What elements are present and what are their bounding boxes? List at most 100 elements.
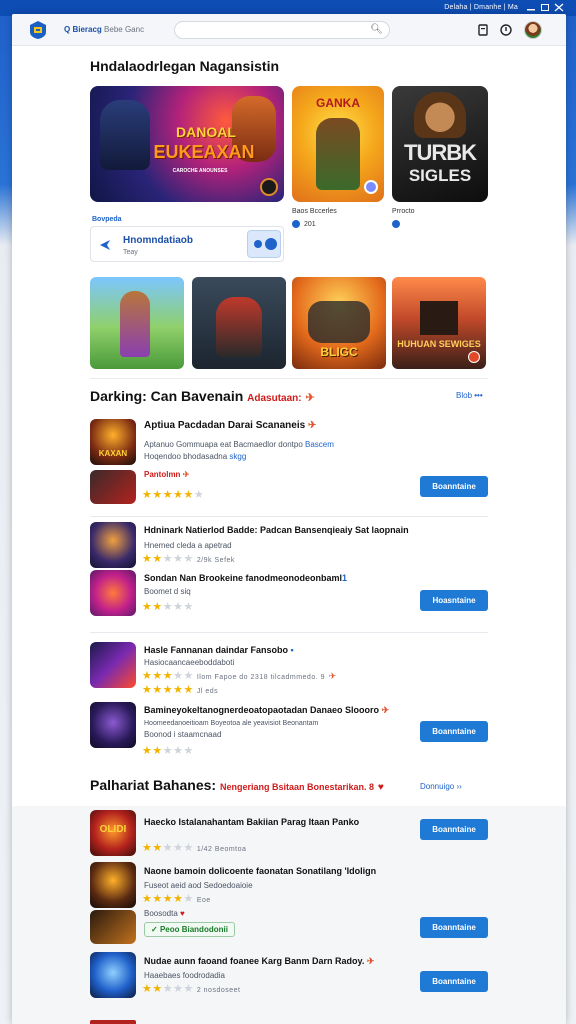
bottom-app3-flame-icon: ✈︎ [366, 956, 375, 966]
section-divider-3 [90, 632, 488, 633]
app3-install-button[interactable]: Boanntaine [420, 721, 488, 742]
app1-subtitle: Pantolmn ✈︎ [144, 470, 189, 479]
bottom-app1-install-button[interactable]: Boanntaine [420, 819, 488, 840]
bottom-app3-sub: Haaebaes foodrodadia [144, 971, 225, 980]
bottom-app1-title[interactable]: Haecko Istalanahantam Bakiian Parag Itaa… [144, 817, 359, 827]
featured-hero-main[interactable]: DANOAL EUKEAXAN CAROCHE ANOUNSES [90, 86, 284, 202]
bottom-app3-icon[interactable] [90, 952, 136, 998]
breadcrumb-main[interactable]: Bieracg [72, 25, 101, 34]
hero-right-caption: Prrocto [392, 208, 415, 215]
hero-mid-title: GANKA [316, 96, 360, 110]
bottom-app2-tag-prefix: Boosodta ♥ [144, 909, 185, 918]
maximize-icon[interactable] [540, 3, 550, 12]
app2-install-button[interactable]: Hoasntaine [420, 590, 488, 611]
app1-title[interactable]: Aptiua Pacdadan Darai Scananeis ✈︎ [144, 420, 316, 431]
hero-right-line1: TURBK [404, 140, 477, 165]
app3-secondary-icon[interactable] [90, 702, 136, 748]
library-icon[interactable] [476, 23, 490, 37]
app3-rating-c: ★★★★★ [142, 745, 194, 757]
hero-badge-icon [260, 178, 278, 196]
app3-sub1: Hasiocaancaeeboddaboti [144, 658, 235, 667]
bottom-app3-title[interactable]: Nudae aunn faoand foanee Karg Banm Darn … [144, 956, 374, 967]
section2-title: Palhariat Bahanes: Nengeriang Bsitaan Bo… [90, 777, 384, 793]
notification-icon[interactable] [499, 23, 513, 37]
app2-title[interactable]: Hdninark Natierlod Badde: Padcan Bansenq… [144, 525, 409, 535]
bottom-app2-tag[interactable]: ✓ Peoo Biandodonii [144, 922, 235, 937]
section2-more-text[interactable]: Donnuigo [420, 782, 454, 791]
bottom-app3-install-button[interactable]: Boanntaine [420, 971, 488, 992]
app3-title[interactable]: Hasle Fannanan daindar Fansobo • [144, 645, 294, 655]
tile-soldiers[interactable]: BLIGC [292, 277, 386, 369]
promo-thumb-dot-icon [254, 240, 262, 248]
section1-more-text[interactable]: Blob [456, 391, 472, 400]
section-divider-1 [90, 378, 488, 379]
bottom-app2-icon[interactable] [90, 862, 136, 908]
app1-title-text[interactable]: Aptiua Pacdadan Darai Scananeis [144, 420, 305, 431]
search-input[interactable]: 🔍︎ [174, 21, 390, 39]
promo-thumb-circle-icon [265, 238, 277, 250]
app1-subtitle-text: Pantolmn [144, 470, 181, 479]
app3-rating-flame-icon: ✈︎ [328, 671, 337, 681]
user-avatar[interactable] [524, 21, 542, 39]
app3-title2-text[interactable]: Bamineyokeltanognerdeoatopaotadan Danaeo… [144, 705, 379, 715]
hero-mid-count-text: 201 [304, 220, 316, 228]
section2-more-chevron-icon[interactable]: ›› [456, 782, 461, 791]
app3-title2[interactable]: Bamineyokeltanognerdeoatopaotadan Danaeo… [144, 705, 389, 716]
hero-title-line2: EUKEAXAN [153, 142, 255, 162]
app1-sub2-text: Hoqendoo bhodasadna [144, 452, 228, 461]
top-bar-status: Delaha | Dmanhe | Ma [444, 4, 518, 11]
app1-icon[interactable]: KAXAN [90, 419, 136, 465]
section2-heart-icon: ♥ [377, 782, 384, 793]
app2-icon[interactable] [90, 522, 136, 568]
tile-soldiers-label: BLIGC [320, 345, 358, 359]
promo-label: Bovpeda [92, 216, 122, 223]
bottom-app2-title[interactable]: Naone bamoin dolicoente faonatan Sonatil… [144, 866, 376, 876]
page-title: Hndalaodrlegan Nagansistin [90, 58, 280, 74]
bottom-app3-title-text[interactable]: Nudae aunn faoand foanee Karg Banm Darn … [144, 956, 364, 966]
app1-install-button[interactable]: Boanntaine [420, 476, 488, 497]
bottom-app2-tag-prefix-text: Boosodta [144, 909, 178, 918]
bottom-app1-rating: ★★★★★ 1/42 Beomtoa [142, 842, 247, 854]
bottom-app3-rating-text: 2 nosdoseet [196, 987, 241, 994]
featured-hero-right[interactable]: TURBK SIGLES [392, 86, 488, 202]
app1-subtitle-flame-icon: ✈︎ [182, 470, 190, 479]
store-logo-icon[interactable] [28, 20, 48, 40]
promo-card[interactable]: Hnomndatiaob Teay [90, 226, 284, 262]
app2-rating-a-text: 2/9k Sefek [196, 557, 235, 564]
app3-icon[interactable] [90, 642, 136, 688]
hero-title-line1: DANOAL [176, 124, 236, 140]
app1-sub2: Hoqendoo bhodasadna skgg [144, 452, 246, 461]
breadcrumb[interactable]: Q Bieracg Bebe Ganc [64, 25, 144, 34]
breadcrumb-sub[interactable]: Bebe Ganc [104, 25, 144, 34]
app1-icon-label: KAXAN [98, 449, 128, 458]
section2-more-link[interactable]: Donnuigo ›› [420, 782, 462, 791]
search-icon[interactable]: 🔍︎ [370, 24, 383, 35]
app2-rating-a: ★★★★★ 2/9k Sefek [142, 553, 235, 565]
bottom-app2-install-button[interactable]: Boanntaine [420, 917, 488, 938]
tile-hero-girl[interactable] [90, 277, 184, 369]
bottom-app2-tag-text[interactable]: Peoo Biandodonii [160, 925, 228, 934]
bottom-app2-heart-icon: ♥ [180, 909, 185, 918]
tile-warriors[interactable] [192, 277, 286, 369]
bottom-app2-secondary-icon[interactable] [90, 910, 136, 944]
bottom-app1-icon[interactable]: OLIDI [90, 810, 136, 856]
more-dots-icon[interactable]: ••• [474, 391, 482, 400]
store-window: Q Bieracg Bebe Ganc 🔍︎ Hndalaodrlegan Na… [12, 14, 566, 1024]
minimize-icon[interactable] [526, 3, 536, 12]
app2-secondary-icon[interactable] [90, 570, 136, 616]
featured-hero-mid[interactable]: GANKA [292, 86, 384, 202]
hero-mid-count-icon [292, 220, 300, 228]
hero-right-dot-icon [392, 220, 400, 228]
tile-soldiers-group [308, 301, 370, 343]
app1-secondary-icon[interactable] [90, 470, 136, 504]
app2-title2[interactable]: Sondan Nan Brookeine fanodmeonodeonbaml1 [144, 573, 347, 583]
close-icon[interactable] [554, 3, 564, 12]
app2-title2-text[interactable]: Sondan Nan Brookeine fanodmeonodeonbaml [144, 573, 342, 583]
tile-castle[interactable]: HUHUAN SEWIGES [392, 277, 486, 369]
app2-sub1: Hnemed cleda a apetrad [144, 541, 232, 550]
tile-girl-character [120, 291, 150, 357]
bottom-app1-icon-label: OLIDI [99, 824, 127, 835]
section1-more-link[interactable]: Blob ••• [456, 391, 483, 400]
tag-check-icon: ✓ [151, 925, 158, 934]
app3-title-text[interactable]: Hasle Fannanan daindar Fansobo [144, 645, 288, 655]
